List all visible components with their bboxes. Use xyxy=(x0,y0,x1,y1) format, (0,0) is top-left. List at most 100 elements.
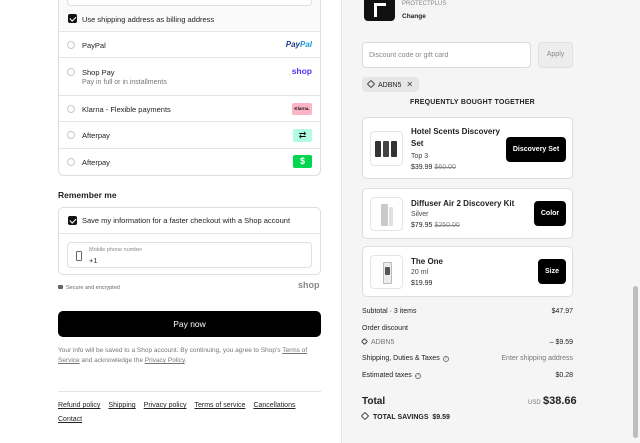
discount-code-line: ADBN5 xyxy=(360,337,395,346)
shop-pay-logo-icon: shop xyxy=(291,66,312,76)
footer-link-refund-policy[interactable]: Refund policy xyxy=(58,399,100,413)
tag-icon xyxy=(360,337,369,346)
payment-label: PayPal xyxy=(82,41,106,50)
payment-methods-box: Use shipping address as billing address … xyxy=(58,0,321,176)
save-info-row[interactable]: Save my information for a faster checkou… xyxy=(59,208,320,234)
privacy-policy-link[interactable]: Privacy Policy xyxy=(145,357,185,364)
bottle-image xyxy=(391,141,397,157)
tag-icon xyxy=(360,411,370,421)
billing-same-label: Use shipping address as billing address xyxy=(82,15,215,24)
price-compare: $250.00 xyxy=(434,222,460,229)
total-savings: TOTAL SAVINGS $9.59 xyxy=(360,411,450,421)
order-discount-label: Order discount xyxy=(362,325,408,332)
fbt-heading: FREQUENTLY BOUGHT TOGETHER xyxy=(410,99,535,106)
product-thumbnail xyxy=(370,255,403,289)
product-price: $79.95 $250.00 xyxy=(411,222,460,229)
address-field-edge[interactable] xyxy=(67,0,312,6)
tag-icon xyxy=(366,79,376,89)
afterpay-logo-icon: ⇄ xyxy=(293,129,312,142)
help-icon[interactable]: ? xyxy=(442,356,449,362)
payment-sublabel: Pay in full or in installments xyxy=(82,79,167,86)
savings-value: $9.59 xyxy=(432,414,450,421)
billing-same-checkbox[interactable] xyxy=(68,14,77,23)
total-label: Total xyxy=(362,396,386,407)
paypal-logo-icon: PayPal xyxy=(285,40,312,49)
help-icon[interactable]: ? xyxy=(414,373,421,379)
mobile-phone-field[interactable]: Mobile phone number +1 xyxy=(67,242,312,268)
discount-amount: – $9.59 xyxy=(549,339,573,346)
shipping-label: Shipping, Duties & Taxes xyxy=(362,355,440,362)
billing-address-row[interactable]: Use shipping address as billing address xyxy=(59,0,320,32)
price-current: $79.95 xyxy=(411,222,433,229)
diffuser-image xyxy=(389,207,393,226)
pay-now-button[interactable]: Pay now xyxy=(58,311,321,337)
radio-cash-app[interactable] xyxy=(67,158,75,166)
checkout-form: Use shipping address as billing address … xyxy=(0,0,341,443)
apply-discount-button[interactable]: Apply xyxy=(538,42,573,68)
secure-text: Secure and encrypted xyxy=(66,285,120,291)
product-thumbnail xyxy=(370,197,403,231)
payment-label: Afterpay xyxy=(82,158,110,167)
scrollbar[interactable] xyxy=(633,286,638,438)
taxes-value: $0.28 xyxy=(555,372,573,379)
fbt-product-card: Hotel Scents Discovery Set Top 3 $39.99 $… xyxy=(362,117,573,179)
applied-discount-tag: ADBN5 ✕ xyxy=(362,77,420,92)
lock-icon xyxy=(58,285,63,289)
discount-code-input[interactable] xyxy=(362,42,531,68)
diffuser-image xyxy=(381,204,388,226)
remember-me-heading: Remember me xyxy=(58,190,117,200)
payment-label: Shop Pay xyxy=(82,68,115,77)
remember-me-box: Save my information for a faster checkou… xyxy=(58,207,321,275)
subtotal-label: Subtotal · 3 items xyxy=(362,308,417,315)
product-variant: Top 3 xyxy=(411,153,429,160)
payment-option-klarna[interactable]: Klarna - Flexible payments Klarna. xyxy=(59,96,320,122)
payment-option-paypal[interactable]: PayPal PayPal xyxy=(59,32,320,58)
taxes-row: Estimated taxes? $0.28 xyxy=(362,372,573,379)
payment-label: Afterpay xyxy=(82,131,110,140)
discount-code-row: ADBN5 – $9.59 xyxy=(360,337,573,346)
payment-label: Klarna - Flexible payments xyxy=(82,105,171,114)
remove-discount-icon[interactable]: ✕ xyxy=(406,80,413,89)
size-button[interactable]: Size xyxy=(538,259,566,284)
footer-link-terms-of-service[interactable]: Terms of service xyxy=(194,399,245,413)
shipping-value: Enter shipping address xyxy=(501,355,573,362)
perfume-label-image xyxy=(385,267,390,275)
applied-code: ADBN5 xyxy=(378,82,402,89)
phone-field-value: +1 xyxy=(89,256,98,265)
price-current: $39.99 xyxy=(411,164,433,171)
discovery-set-button[interactable]: Discovery Set xyxy=(506,137,566,162)
payment-option-shop-pay[interactable]: Shop Pay Pay in full or in installments … xyxy=(59,58,320,96)
phone-icon xyxy=(76,251,82,261)
phone-field-label: Mobile phone number xyxy=(89,247,143,253)
payment-option-afterpay[interactable]: Afterpay ⇄ xyxy=(59,122,320,149)
footer-link-contact[interactable]: Contact xyxy=(58,413,82,427)
discount-code-text: ADBN5 xyxy=(371,339,395,346)
product-variant: Silver xyxy=(411,211,429,218)
product-price: $39.99 $60.00 xyxy=(411,164,456,171)
footer-link-cancellations[interactable]: Cancellations xyxy=(253,399,295,413)
color-button[interactable]: Color xyxy=(534,201,566,226)
product-name: Diffuser Air 2 Discovery Kit xyxy=(411,199,515,208)
price-compare: $60.00 xyxy=(434,164,456,171)
disclaimer-text: Your info will be saved to a Shop accoun… xyxy=(58,347,283,354)
product-thumbnail xyxy=(370,131,403,166)
shipping-row: Shipping, Duties & Taxes? Enter shipping… xyxy=(362,355,573,362)
order-discount-row: Order discount xyxy=(362,325,573,332)
total-value: $38.66 xyxy=(543,395,577,407)
bottle-image xyxy=(383,141,389,157)
total-currency: USD xyxy=(528,400,541,406)
secure-notice: Secure and encrypted xyxy=(58,285,120,291)
payment-option-cash-app[interactable]: Afterpay $ xyxy=(59,149,320,175)
footer-link-privacy-policy[interactable]: Privacy policy xyxy=(144,399,187,413)
save-info-checkbox[interactable] xyxy=(68,216,77,225)
subtotal-row: Subtotal · 3 items $47.97 xyxy=(362,308,573,315)
radio-afterpay[interactable] xyxy=(67,131,75,139)
radio-paypal[interactable] xyxy=(67,41,75,49)
radio-klarna[interactable] xyxy=(67,105,75,113)
klarna-logo-icon: Klarna. xyxy=(292,103,312,115)
save-info-label: Save my information for a faster checkou… xyxy=(82,216,291,225)
footer-link-shipping[interactable]: Shipping xyxy=(108,399,135,413)
radio-shop-pay[interactable] xyxy=(67,68,75,76)
price-current: $19.99 xyxy=(411,280,433,287)
change-link[interactable]: Change xyxy=(402,13,426,20)
